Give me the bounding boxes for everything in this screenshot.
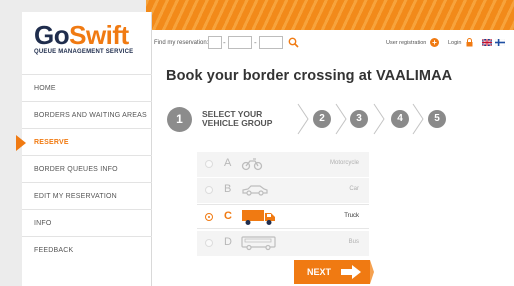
vehicle-name: Truck — [344, 213, 359, 219]
sidebar-item-info[interactable]: INFO — [22, 209, 152, 236]
step-4: 4 — [391, 110, 409, 128]
vehicle-name: Bus — [348, 239, 359, 245]
search-icon[interactable] — [288, 37, 299, 48]
vehicle-option-truck[interactable]: C Truck — [197, 204, 369, 229]
vehicle-letter: B — [224, 183, 232, 195]
finnish-flag-icon[interactable] — [495, 39, 505, 46]
vehicle-name: Car — [349, 186, 359, 192]
plus-icon[interactable]: + — [430, 38, 439, 47]
vehicle-letter: D — [224, 236, 232, 248]
page-title: Book your border crossing at VAALIMAA — [166, 68, 453, 84]
active-menu-arrow-icon — [16, 135, 26, 151]
reservation-field-2[interactable] — [228, 36, 252, 49]
vehicle-radio[interactable] — [205, 186, 213, 194]
bus-icon — [241, 236, 276, 251]
logo-go: Go — [34, 20, 70, 50]
step-3: 3 — [350, 110, 368, 128]
vehicle-letter: A — [224, 157, 232, 169]
vehicle-radio[interactable] — [205, 160, 213, 168]
car-icon — [242, 185, 268, 196]
next-button-fold — [370, 260, 374, 284]
header-stripe-bar — [146, 0, 514, 30]
vehicle-radio-selected[interactable] — [205, 213, 213, 221]
uk-flag-icon[interactable] — [482, 39, 492, 46]
chevron-right-icon — [373, 103, 385, 135]
sidebar-item-edit-reservation[interactable]: EDIT MY RESERVATION — [22, 182, 152, 209]
step-2: 2 — [313, 110, 331, 128]
step-current-number: 1 — [167, 107, 192, 132]
motorcycle-icon — [241, 158, 263, 171]
vehicle-radio[interactable] — [205, 239, 213, 247]
arrow-right-icon — [341, 265, 361, 279]
sidebar-item-home[interactable]: HOME — [22, 74, 152, 101]
step-label-line2: VEHICLE GROUP — [202, 118, 273, 128]
lock-icon — [466, 38, 473, 47]
step-current-label: SELECT YOUR VEHICLE GROUP — [202, 110, 292, 128]
sidebar-item-borders[interactable]: BORDERS AND WAITING AREAS — [22, 101, 152, 128]
next-button[interactable]: NEXT — [294, 260, 374, 284]
field-separator: - — [223, 38, 226, 47]
logo-subtitle: QUEUE MANAGEMENT SERVICE — [34, 49, 134, 55]
user-registration-link[interactable]: User registration — [386, 40, 426, 46]
vehicle-option-motorcycle[interactable]: A Motorcycle — [197, 152, 369, 177]
reservation-field-3[interactable] — [259, 36, 283, 49]
logo[interactable]: GoSwift QUEUE MANAGEMENT SERVICE — [34, 22, 133, 55]
reservation-field-1[interactable] — [208, 36, 222, 49]
login-link[interactable]: Login — [448, 40, 461, 46]
sidebar-item-feedback[interactable]: FEEDBACK — [22, 236, 152, 263]
vehicle-option-bus[interactable]: D Bus — [197, 231, 369, 256]
chevron-right-icon — [412, 103, 424, 135]
field-separator: - — [254, 38, 257, 47]
logo-swift: Swift — [69, 20, 129, 50]
truck-icon — [242, 210, 275, 225]
sidebar-menu: HOME BORDERS AND WAITING AREAS RESERVE B… — [22, 74, 152, 263]
vehicle-letter: C — [224, 210, 232, 222]
sidebar-item-queues-info[interactable]: BORDER QUEUES INFO — [22, 155, 152, 182]
find-reservation-label: Find my reservation: — [154, 40, 209, 46]
chevron-right-icon — [335, 103, 347, 135]
chevron-right-icon — [297, 103, 309, 135]
sidebar-item-reserve[interactable]: RESERVE — [22, 128, 152, 155]
vehicle-name: Motorcycle — [329, 160, 359, 166]
next-button-label: NEXT — [307, 267, 332, 277]
vehicle-option-car[interactable]: B Car — [197, 178, 369, 203]
step-5: 5 — [428, 110, 446, 128]
